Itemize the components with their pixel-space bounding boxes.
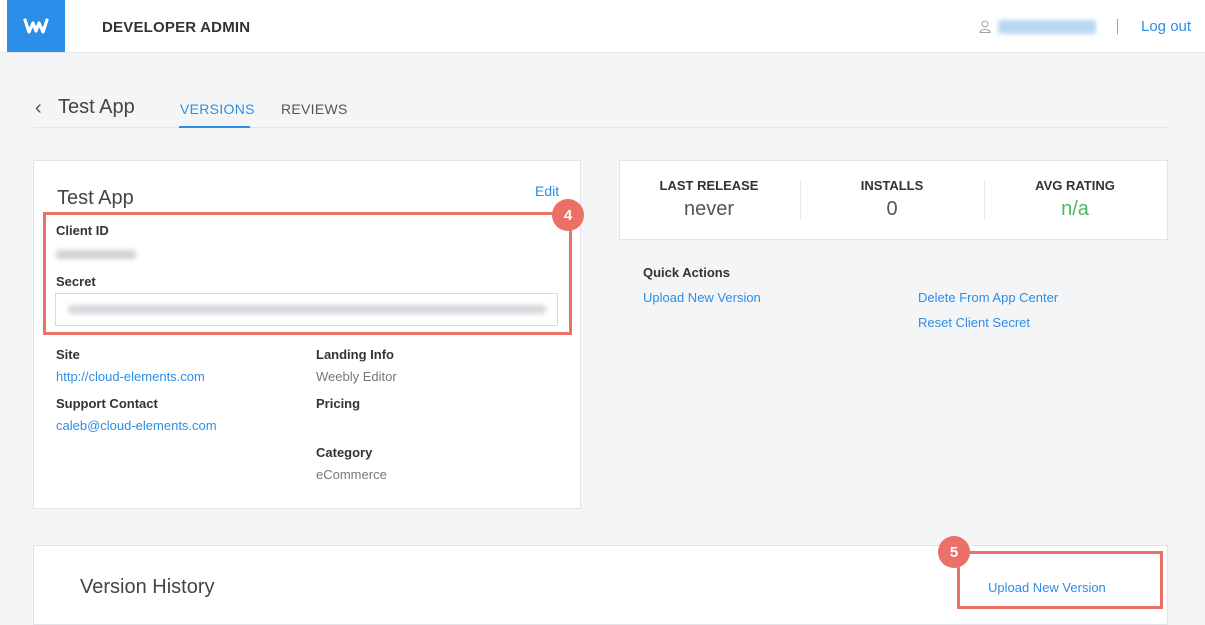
back-chevron-icon[interactable]: ‹ [35,97,42,120]
app-card-title: Test App [57,187,134,209]
delete-from-app-center-link[interactable]: Delete From App Center [918,290,1058,305]
avg-rating-label: AVG RATING [1035,178,1115,193]
page-title: Test App [58,96,135,118]
installs-label: INSTALLS [860,178,924,193]
tab-reviews[interactable]: REVIEWS [281,101,348,117]
header-separator [1117,19,1118,34]
quick-actions-title: Quick Actions [643,265,730,280]
client-id-label: Client ID [56,223,109,238]
landing-info-value: Weebly Editor [316,369,397,384]
secret-field[interactable] [55,293,558,326]
tab-versions[interactable]: VERSIONS [180,101,255,117]
developer-admin-title: DEVELOPER ADMIN [102,19,251,36]
top-bar: DEVELOPER ADMIN Log out [0,0,1205,53]
edit-link[interactable]: Edit [535,183,559,199]
secret-value-redacted [68,305,546,314]
version-history-title: Version History [80,576,215,598]
installs-value: 0 [886,198,898,220]
secret-label: Secret [56,274,96,289]
pricing-label: Pricing [316,396,361,411]
user-name-redacted[interactable] [998,20,1096,34]
stat-divider [800,181,801,219]
avg-rating-value: n/a [1061,198,1089,220]
category-value: eCommerce [316,467,387,482]
upload-new-version-link[interactable]: Upload New Version [643,290,761,305]
step-badge-4: 4 [552,199,584,231]
category-label: Category [316,445,373,460]
landing-info-label: Landing Info [316,347,394,362]
support-email-link[interactable]: caleb@cloud-elements.com [56,418,217,433]
support-contact-label: Support Contact [56,396,158,411]
weebly-logo-icon[interactable] [7,0,65,52]
user-icon [979,20,991,38]
stat-divider [984,181,985,219]
active-tab-indicator [179,126,250,128]
last-release-value: never [683,198,735,220]
version-history-upload-link[interactable]: Upload New Version [988,580,1106,595]
site-link[interactable]: http://cloud-elements.com [56,369,205,384]
reset-client-secret-link[interactable]: Reset Client Secret [918,315,1030,330]
logout-link[interactable]: Log out [1141,18,1191,35]
last-release-label: LAST RELEASE [659,178,759,193]
app-details-card [33,160,581,509]
step-badge-5: 5 [938,536,970,568]
site-label: Site [56,347,80,362]
client-id-value-redacted [56,250,136,259]
